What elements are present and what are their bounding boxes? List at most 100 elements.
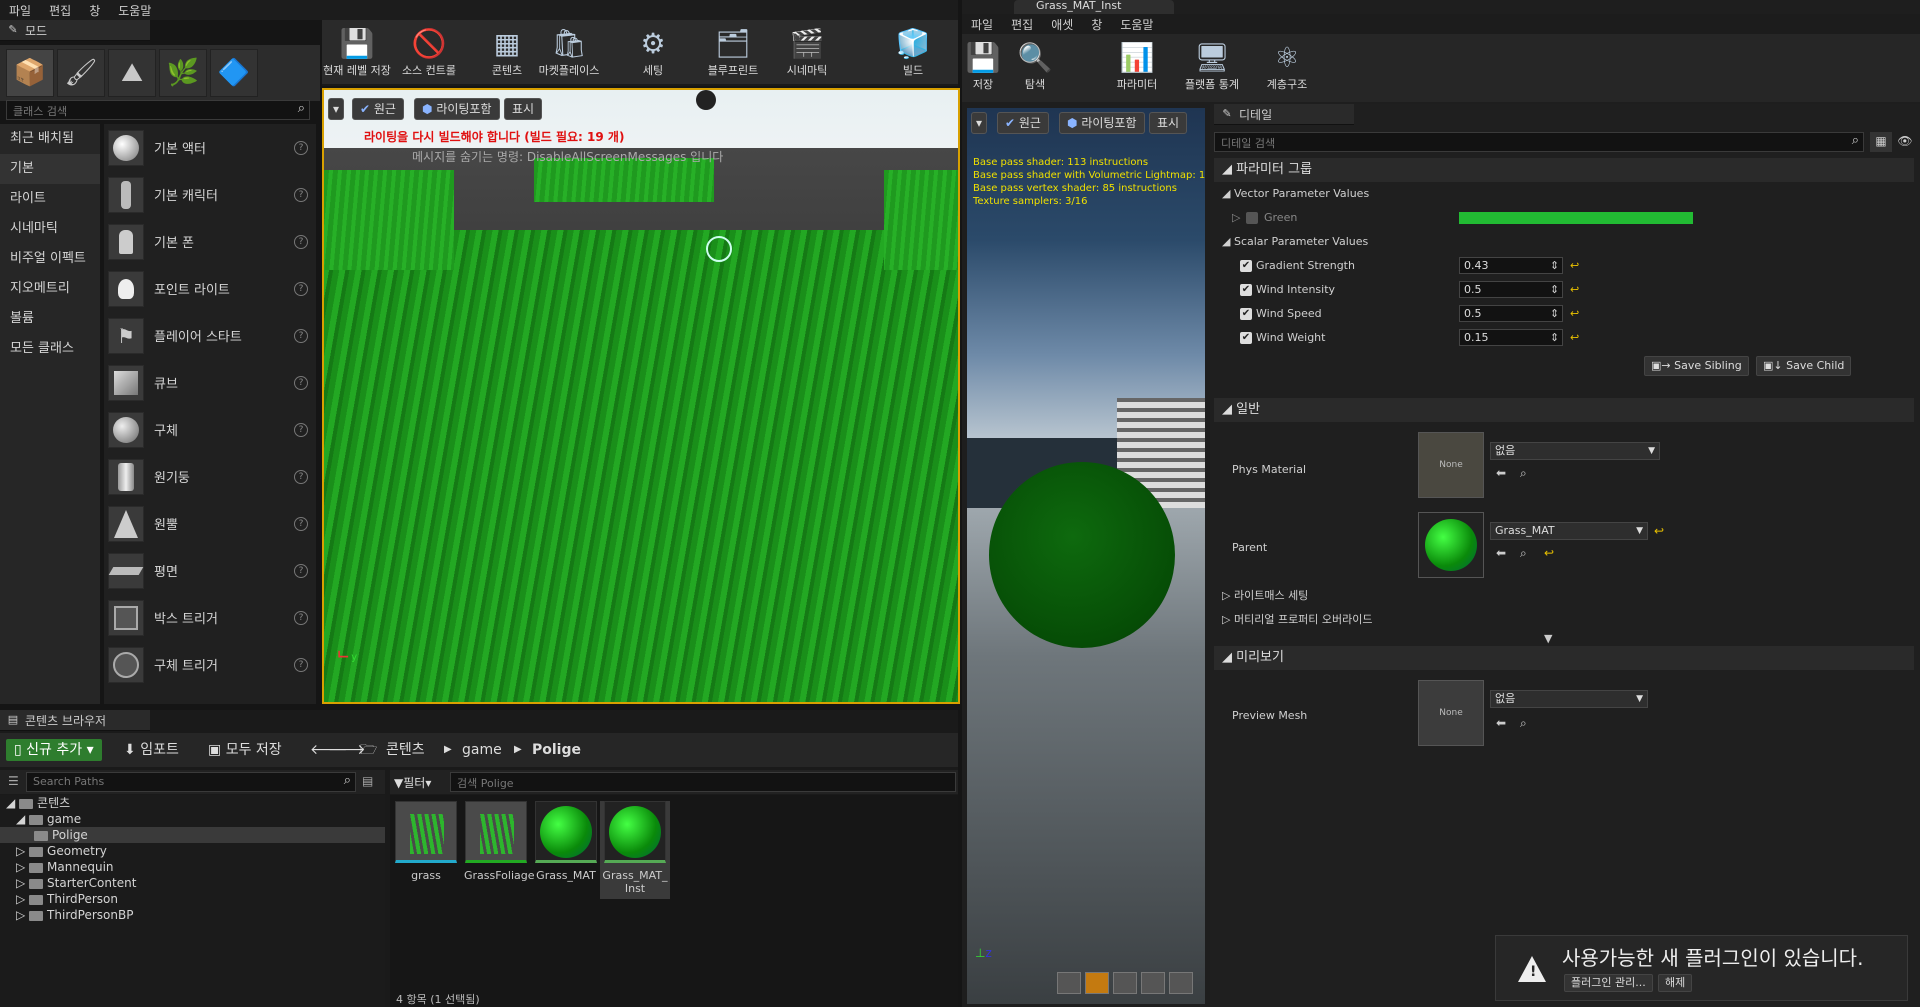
source-control-button[interactable]: 🚫 소스 컨트롤 xyxy=(394,24,464,78)
breadcrumb-polige[interactable]: Polige xyxy=(532,739,581,761)
place-mode-icon[interactable]: 📦 xyxy=(6,49,54,97)
menu-help[interactable]: 도움말 xyxy=(1111,16,1162,33)
place-item[interactable]: 기본 폰? xyxy=(104,218,316,265)
save-level-button[interactable]: 💾 현재 레벨 저장 xyxy=(322,24,392,78)
lightmass-row[interactable]: ▷ 라이트매스 세팅 xyxy=(1214,584,1914,608)
spin-icon[interactable]: ⇕ xyxy=(1550,278,1559,302)
save-all-button[interactable]: ▣ 모두 저장 xyxy=(208,739,282,761)
menu-edit[interactable]: 편집 xyxy=(1002,16,1042,33)
help-icon[interactable]: ? xyxy=(294,563,308,578)
vector-params-header[interactable]: ◢ Vector Parameter Values xyxy=(1214,182,1914,206)
reset-icon[interactable]: ↩ xyxy=(1570,278,1579,302)
place-item[interactable]: 구체? xyxy=(104,406,316,453)
reset-icon[interactable]: ↩ xyxy=(1570,326,1579,350)
help-icon[interactable]: ? xyxy=(294,140,308,155)
spin-icon[interactable]: ⇕ xyxy=(1550,254,1559,278)
param-value-input[interactable]: 0.43 xyxy=(1459,257,1563,274)
place-item[interactable]: 박스 트리거? xyxy=(104,594,316,641)
dismiss-button[interactable]: 해제 xyxy=(1658,974,1693,992)
help-icon[interactable]: ? xyxy=(294,422,308,437)
use-selected-arrow-icon[interactable]: ⬅ xyxy=(1496,716,1506,730)
mesh-preview-icon[interactable] xyxy=(1169,972,1193,994)
expand-more-icon[interactable]: ▼ xyxy=(1544,632,1552,645)
menu-file[interactable]: 파일 xyxy=(962,16,1002,33)
sources-toggle-icon[interactable]: ☰ xyxy=(8,774,19,788)
green-override-checkbox[interactable] xyxy=(1246,212,1258,224)
place-item[interactable]: 큐브? xyxy=(104,359,316,406)
help-icon[interactable]: ? xyxy=(294,375,308,390)
manage-plugins-button[interactable]: 플러그인 관리... xyxy=(1564,974,1653,992)
browse-button[interactable]: 🔍 탐색 xyxy=(1000,38,1070,92)
content-button[interactable]: ▦ 콘텐츠 xyxy=(472,24,542,78)
save-sibling-button[interactable]: ▣→ Save Sibling xyxy=(1644,356,1749,376)
place-item[interactable]: 구체 트리거? xyxy=(104,641,316,688)
filter-button[interactable]: ▼필터▾ xyxy=(394,774,431,791)
reset-icon[interactable]: ↩ xyxy=(1544,546,1554,560)
reset-icon[interactable]: ↩ xyxy=(1570,254,1579,278)
spin-icon[interactable]: ⇕ xyxy=(1550,302,1559,326)
asset-tile[interactable]: Grass_MAT xyxy=(534,801,598,882)
settings-button[interactable]: ⚙ 세팅 xyxy=(618,24,688,78)
reflection-capture-icon[interactable] xyxy=(696,90,716,110)
category-lights[interactable]: 라이트 xyxy=(0,184,100,214)
paint-mode-icon[interactable]: 🖌 xyxy=(57,49,105,97)
browse-magnifier-icon[interactable]: ⌕ xyxy=(1520,466,1527,481)
asset-search-input[interactable]: 검색 Polige xyxy=(450,772,956,792)
tree-item-starter-content[interactable]: ▷ StarterContent xyxy=(0,875,385,891)
help-icon[interactable]: ? xyxy=(294,234,308,249)
menu-edit[interactable]: 편집 xyxy=(40,2,80,19)
help-icon[interactable]: ? xyxy=(294,281,308,296)
browse-magnifier-icon[interactable]: ⌕ xyxy=(1520,716,1527,731)
tree-item-third-person-bp[interactable]: ▷ ThirdPersonBP xyxy=(0,907,385,923)
category-visual-effects[interactable]: 비주얼 이펙트 xyxy=(0,244,100,274)
save-child-button[interactable]: ▣↓ Save Child xyxy=(1756,356,1852,376)
preview-lit-button[interactable]: ⬢ 라이팅포함 xyxy=(1059,112,1145,134)
help-icon[interactable]: ? xyxy=(294,187,308,202)
phys-material-thumbnail[interactable]: None xyxy=(1418,432,1484,498)
help-icon[interactable]: ? xyxy=(294,657,308,672)
spin-icon[interactable]: ⇕ xyxy=(1550,326,1559,350)
param-value-input[interactable]: 0.15 xyxy=(1459,329,1563,346)
sphere-preview-icon[interactable] xyxy=(1085,972,1109,994)
class-search-input[interactable]: 클래스 검색 ⌕ xyxy=(6,100,310,120)
params-button[interactable]: 📊 파라미터 xyxy=(1102,38,1172,92)
view-options-icon[interactable]: ▤ xyxy=(362,774,373,788)
use-selected-arrow-icon[interactable]: ⬅ xyxy=(1496,466,1506,480)
category-basic[interactable]: 기본 xyxy=(0,154,100,184)
build-button[interactable]: 🧊 빌드 xyxy=(878,24,948,78)
menu-help[interactable]: 도움말 xyxy=(109,2,160,19)
preview-options-button[interactable]: ▾ xyxy=(971,112,988,134)
green-color-swatch[interactable] xyxy=(1459,212,1693,224)
preview-show-button[interactable]: 표시 xyxy=(1149,112,1188,134)
place-item[interactable]: 평면? xyxy=(104,547,316,594)
reset-icon[interactable]: ↩ xyxy=(1654,524,1664,538)
place-item[interactable]: 기본 액터? xyxy=(104,124,316,171)
expand-arrow-icon[interactable]: ▷ xyxy=(1232,211,1240,224)
tree-item-third-person[interactable]: ▷ ThirdPerson xyxy=(0,891,385,907)
search-paths-input[interactable]: Search Paths ⌕ xyxy=(26,772,356,792)
lit-mode-button[interactable]: ⬢ 라이팅포함 xyxy=(414,98,500,120)
material-preview-viewport[interactable]: ▾ ✔ 원근 ⬢ 라이팅포함 표시 Base pass shader: 113 … xyxy=(967,108,1205,1004)
param-checkbox[interactable]: ✔ xyxy=(1240,284,1252,296)
level-viewport[interactable]: ▾ ✔ 원근 ⬢ 라이팅포함 표시 라이팅을 다시 빌드해야 합니다 (빌드 필… xyxy=(322,88,960,704)
overrides-row[interactable]: ▷ 머티리얼 프로퍼티 오버라이드 xyxy=(1214,608,1914,632)
cube-preview-icon[interactable] xyxy=(1141,972,1165,994)
asset-tile[interactable]: GrassFoliage xyxy=(464,801,535,882)
category-recent[interactable]: 최근 배치됨 xyxy=(0,124,100,154)
category-all-classes[interactable]: 모든 클래스 xyxy=(0,334,100,364)
menu-file[interactable]: 파일 xyxy=(0,2,40,19)
parent-material-thumbnail[interactable] xyxy=(1418,512,1484,578)
help-icon[interactable]: ? xyxy=(294,610,308,625)
category-geometry[interactable]: 지오메트리 xyxy=(0,274,100,304)
param-value-input[interactable]: 0.5 xyxy=(1459,305,1563,322)
place-item[interactable]: ⚑ 플레이어 스타트? xyxy=(104,312,316,359)
use-selected-arrow-icon[interactable]: ⬅ xyxy=(1496,546,1506,560)
phys-material-dropdown[interactable]: 없음 ▼ xyxy=(1490,442,1660,460)
browse-magnifier-icon[interactable]: ⌕ xyxy=(1520,546,1527,561)
menu-window[interactable]: 창 xyxy=(80,2,109,19)
breadcrumb-content[interactable]: 콘텐츠 xyxy=(386,739,425,761)
plane-preview-icon[interactable] xyxy=(1113,972,1137,994)
help-icon[interactable]: ? xyxy=(294,328,308,343)
parent-dropdown[interactable]: Grass_MAT ▼ xyxy=(1490,522,1648,540)
help-icon[interactable]: ? xyxy=(294,469,308,484)
